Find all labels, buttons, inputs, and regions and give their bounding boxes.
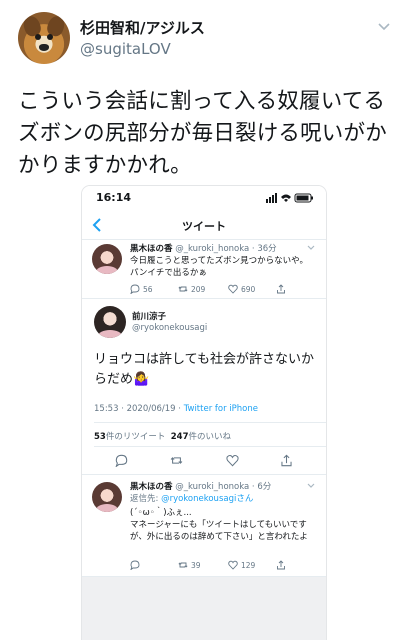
heart-icon <box>228 284 238 294</box>
retweet-button[interactable]: 209 <box>178 284 205 294</box>
main-author-handle[interactable]: @ryokonekousagi <box>132 323 207 333</box>
share-icon <box>277 284 285 294</box>
like-button[interactable]: 129 <box>228 560 255 570</box>
main-tweet-timestamp: 15:53 · 2020/06/19 · Twitter for iPhone <box>94 404 258 414</box>
reply-author[interactable]: 黒木ほの香 @_kuroki_honoka · 6分 <box>130 480 271 492</box>
engagement-stats: 53件のリツイート 247件のいいね <box>94 432 232 442</box>
share-button[interactable] <box>276 284 286 294</box>
reply-to-link[interactable]: @ryokonekousagiさん <box>161 494 253 504</box>
avatar[interactable] <box>92 244 122 274</box>
share-button[interactable] <box>276 560 286 570</box>
tweet-text: こういう会話に割って入る奴履いてるズボンの尻部分が毎日裂ける呪いがかかりますかか… <box>18 89 387 178</box>
reply-to-line: 返信先: @ryokonekousagiさん <box>130 494 254 504</box>
reply-actions: 39 129 <box>130 560 320 572</box>
retweet-icon[interactable] <box>170 454 183 467</box>
avatar[interactable] <box>18 12 70 64</box>
embedded-screenshot: 16:14 ツイート 黒木ほの香 @_kuroki_honoka · 36分 今… <box>82 186 326 640</box>
comment-icon <box>130 284 140 294</box>
status-bar: 16:14 <box>82 186 326 210</box>
chevron-down-icon[interactable] <box>376 18 392 34</box>
comment-icon[interactable] <box>115 454 128 467</box>
heart-icon <box>228 560 238 570</box>
signal-wifi-battery-icon <box>266 193 313 203</box>
reply-actions: 56 209 690 <box>130 284 320 296</box>
divider <box>82 474 326 475</box>
comment-icon <box>130 560 140 570</box>
reply-button[interactable]: 56 <box>130 284 153 294</box>
reply-text: 今日履こうと思ってたズボン見つからないや。パンイチで出るかぁ <box>130 256 308 278</box>
avatar[interactable] <box>94 306 126 338</box>
retweet-count[interactable]: 53 <box>94 432 106 442</box>
main-actions <box>82 454 326 470</box>
nav-bar: ツイート <box>82 210 326 240</box>
main-author-name[interactable]: 前川涼子 <box>132 310 166 322</box>
share-icon[interactable] <box>280 454 293 467</box>
divider <box>82 298 326 299</box>
retweet-icon <box>178 562 188 568</box>
status-time: 16:14 <box>96 191 132 204</box>
retweet-button[interactable]: 39 <box>178 560 201 570</box>
divider <box>94 422 326 423</box>
author-handle[interactable]: @sugitaLOV <box>80 40 171 58</box>
outer-tweet-header: 杉田智和/アジルス @sugitaLOV <box>18 12 398 68</box>
retweet-icon <box>178 286 188 292</box>
chevron-down-icon[interactable] <box>306 243 316 253</box>
empty-area <box>82 577 326 640</box>
divider <box>94 446 326 447</box>
author-name[interactable]: 杉田智和/アジルス <box>80 17 205 38</box>
avatar[interactable] <box>92 482 122 512</box>
tweet-source-link[interactable]: Twitter for iPhone <box>184 404 258 414</box>
reply-author[interactable]: 黒木ほの香 @_kuroki_honoka · 36分 <box>130 242 277 254</box>
like-button[interactable]: 690 <box>228 284 255 294</box>
heart-icon[interactable] <box>226 454 239 467</box>
like-count[interactable]: 247 <box>171 432 189 442</box>
reply-text: マネージャーにも「ツイートはしてもいいですが、外に出るのは辞めて下さい」と言われ… <box>130 520 308 542</box>
main-tweet-text: リョウコは許しても社会が許さないからだめ🤷‍♀️ <box>94 352 314 387</box>
reply-button[interactable] <box>130 560 140 570</box>
chevron-down-icon[interactable] <box>306 481 316 491</box>
reply-text: (´◦ω◦｀)ふぇ... <box>130 508 192 518</box>
nav-title: ツイート <box>182 220 226 233</box>
share-icon <box>277 560 285 570</box>
